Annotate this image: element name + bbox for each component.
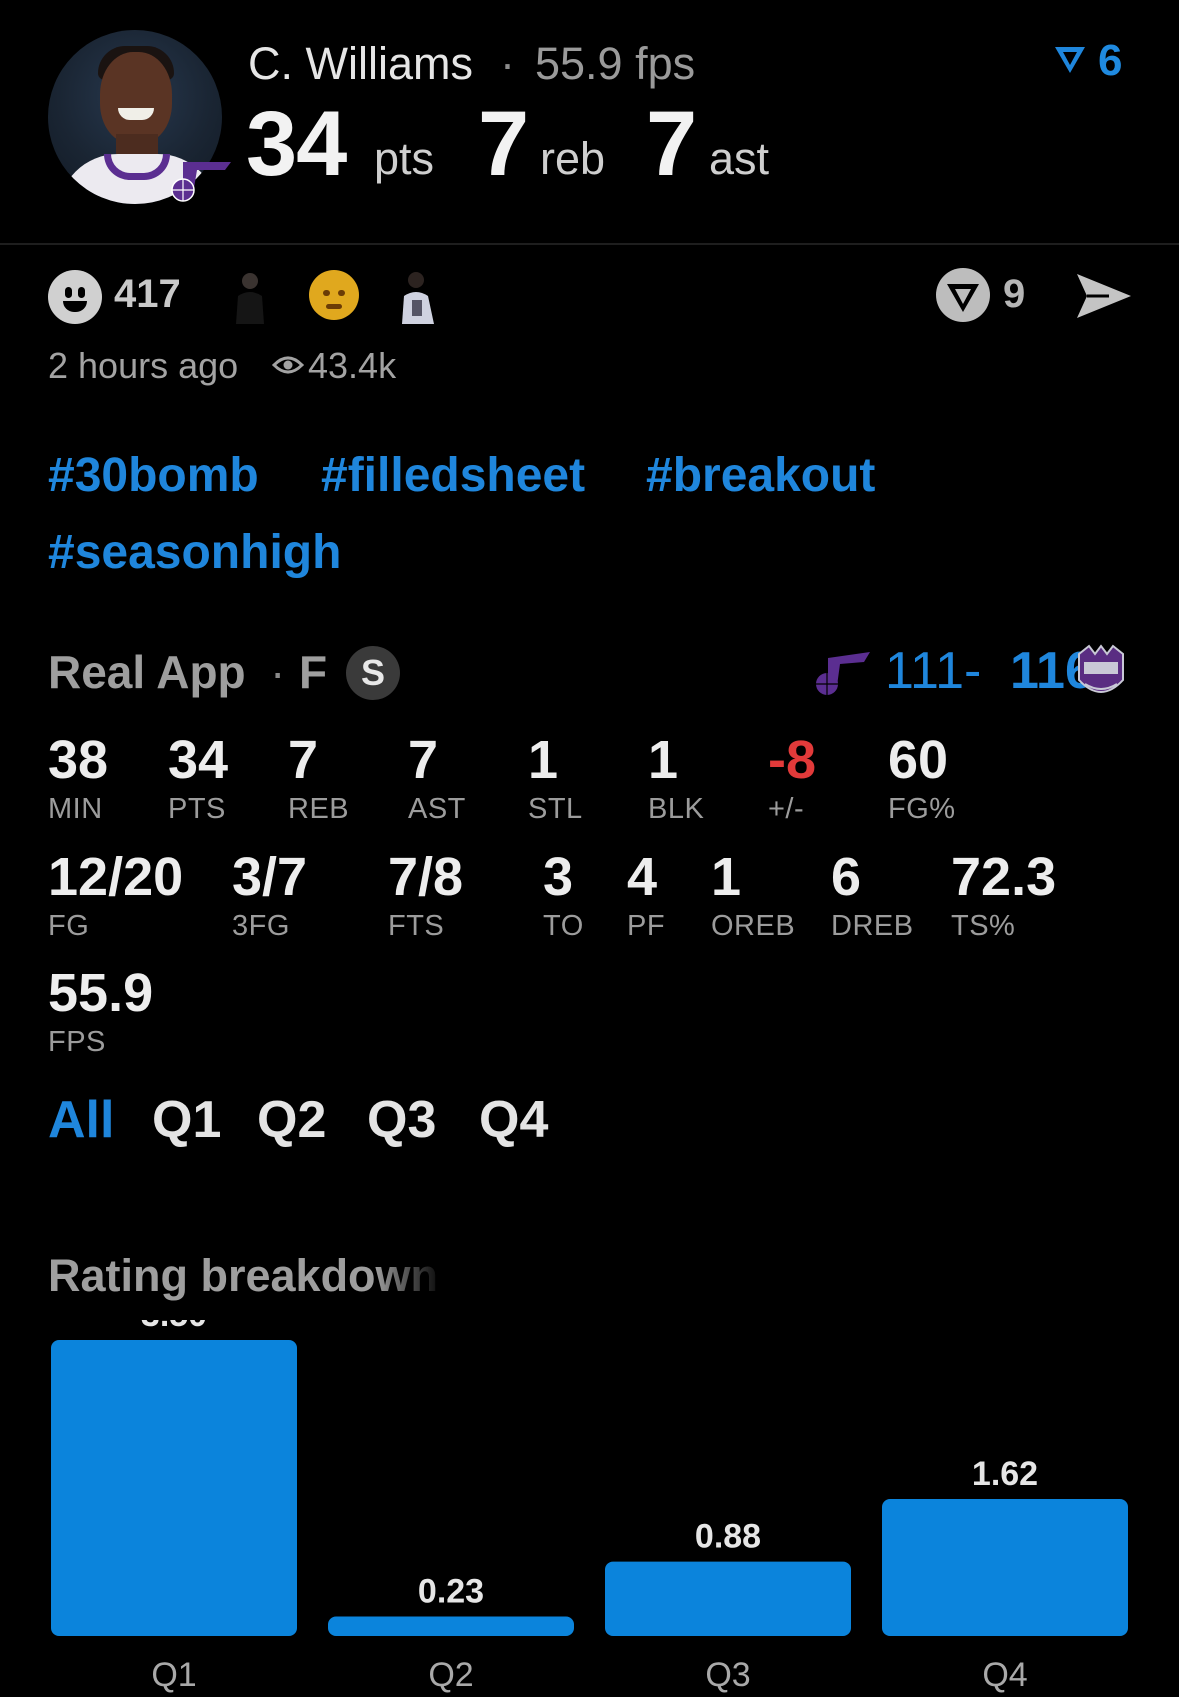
kings-logo-icon — [1078, 644, 1124, 693]
comment-icon[interactable] — [934, 266, 992, 324]
stat-value: 3/7 — [232, 847, 308, 907]
reactor-avatar[interactable] — [226, 266, 274, 324]
jazz-note-icon — [171, 162, 231, 202]
stat-value: 7 — [288, 730, 319, 790]
stat-label: STL — [528, 793, 583, 825]
headline-rebounds: 7 — [478, 93, 529, 195]
chart-category-label: Q4 — [982, 1656, 1027, 1694]
headline-points: 34 — [246, 93, 347, 195]
hashtag-link[interactable]: #filledsheet — [321, 448, 585, 503]
tab-all[interactable]: All — [48, 1090, 114, 1150]
stat-value: 3 — [543, 847, 574, 907]
eye-icon — [272, 356, 304, 374]
headline-rebounds-unit: reb — [540, 133, 606, 184]
tab-q2[interactable]: Q2 — [257, 1090, 326, 1150]
chart-value-label: 1.62 — [972, 1455, 1038, 1493]
stat-value: 1 — [648, 730, 679, 790]
tab-q3[interactable]: Q3 — [367, 1090, 436, 1150]
reaction-smiley-icon[interactable] — [48, 270, 102, 324]
hashtag-link[interactable]: #breakout — [646, 448, 875, 503]
stat-label: MIN — [48, 793, 103, 825]
hashtag-link[interactable]: #seasonhigh — [48, 525, 341, 580]
chart-value-label: 0.88 — [695, 1518, 761, 1556]
chart-value-label: 3.50 — [141, 1320, 207, 1334]
separator: · — [500, 38, 515, 89]
vote-icon[interactable] — [1053, 43, 1087, 77]
rating-breakdown-title: Rating breakdown — [48, 1250, 439, 1301]
comment-count[interactable]: 9 — [1003, 272, 1025, 317]
jazz-logo-icon — [816, 652, 870, 695]
stat-label: AST — [408, 793, 466, 825]
stat-value: 38 — [48, 730, 109, 790]
player-name[interactable]: C. Williams — [248, 38, 473, 90]
player-position: F — [299, 646, 328, 698]
headline-assists: 7 — [646, 93, 697, 195]
stat-value: 7 — [408, 730, 439, 790]
stat-label: PTS — [168, 793, 226, 825]
chart-bar[interactable] — [51, 1340, 297, 1636]
stat-value-plus-minus: -8 — [768, 730, 817, 790]
stat-label: DREB — [831, 910, 914, 942]
stat-label: OREB — [711, 910, 796, 942]
stat-value: 34 — [168, 730, 229, 790]
post-time: 2 hours ago — [48, 345, 239, 386]
fantasy-points: 55.9 fps — [535, 38, 696, 89]
stat-label: FG% — [888, 793, 956, 825]
stat-label: REB — [288, 793, 350, 825]
stat-label: 3FG — [232, 910, 290, 942]
headline-assists-unit: ast — [709, 133, 770, 184]
starter-badge: S — [346, 646, 400, 700]
view-count: 43.4k — [308, 345, 397, 386]
share-icon[interactable] — [1075, 270, 1133, 322]
score-away[interactable]: 111- — [885, 641, 981, 701]
stat-label: FTS — [388, 910, 445, 942]
stat-label: FPS — [48, 1026, 106, 1058]
stat-value: 4 — [627, 847, 658, 907]
hashtag-link[interactable]: #30bomb — [48, 448, 259, 503]
stat-value: 55.9 — [48, 963, 154, 1023]
separator: · — [270, 646, 286, 698]
tab-q1[interactable]: Q1 — [152, 1090, 221, 1150]
chart-bar[interactable] — [328, 1616, 574, 1636]
stat-label: TO — [543, 910, 584, 942]
headline-points-unit: pts — [374, 133, 435, 184]
stat-label: +/- — [768, 793, 805, 825]
tab-q4[interactable]: Q4 — [479, 1090, 548, 1150]
stat-value: 1 — [711, 847, 742, 907]
stat-value: 1 — [528, 730, 559, 790]
league-name: Real App — [48, 646, 246, 698]
stat-value: 6 — [831, 847, 862, 907]
stat-label: TS% — [951, 910, 1016, 942]
reactor-emoji-avatar[interactable] — [309, 270, 359, 320]
chart-bar[interactable] — [605, 1561, 851, 1636]
chart-category-label: Q1 — [151, 1656, 196, 1694]
stat-value: 72.3 — [951, 847, 1057, 907]
chart-bar[interactable] — [882, 1498, 1128, 1636]
reactor-avatar[interactable] — [394, 266, 442, 324]
rating-breakdown-chart: 3.50 Q1 0.23 Q2 0.88 Q3 1.62 Q4 — [0, 1320, 1179, 1697]
stat-label: BLK — [648, 793, 705, 825]
reaction-count[interactable]: 417 — [114, 272, 181, 317]
stat-value: 7/8 — [388, 847, 464, 907]
stat-label: PF — [627, 910, 666, 942]
vote-count[interactable]: 6 — [1098, 36, 1122, 86]
stat-value: 12/20 — [48, 847, 184, 907]
header-divider — [0, 243, 1179, 245]
chart-category-label: Q3 — [705, 1656, 750, 1694]
chart-value-label: 0.23 — [418, 1573, 484, 1611]
chart-category-label: Q2 — [428, 1656, 473, 1694]
stat-value: 60 — [888, 730, 949, 790]
stat-label: FG — [48, 910, 90, 942]
